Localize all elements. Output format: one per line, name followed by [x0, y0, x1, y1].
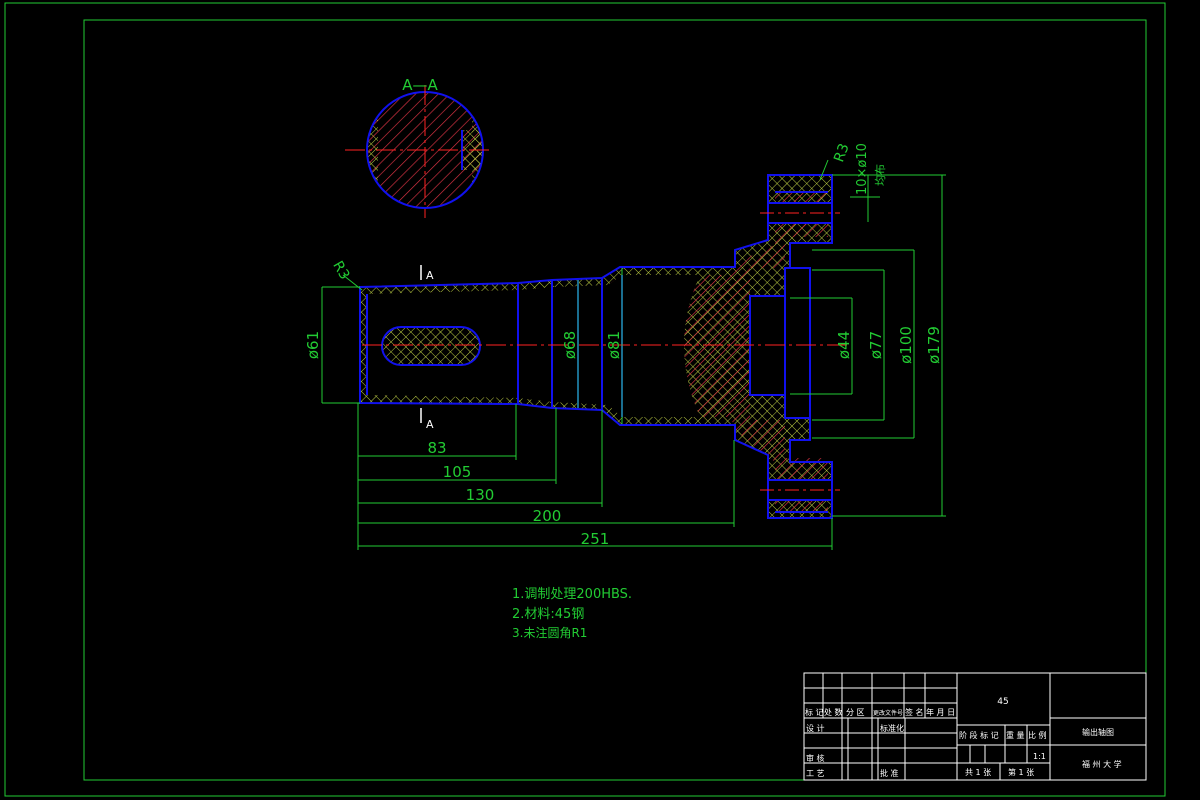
tb-header-3: 更改文件号: [873, 709, 903, 717]
dim-r3-flange: R3: [831, 141, 852, 164]
dim-d100: ø100: [897, 326, 915, 364]
tb-process: 工 艺: [806, 769, 825, 778]
dim-r3-left: R3: [329, 258, 352, 282]
dim-holes-note: 均布: [874, 164, 887, 186]
section-view: A—A: [345, 76, 490, 218]
marker-a-top: A: [426, 269, 434, 282]
tb-weight: 重 量: [1006, 730, 1025, 740]
tb-standard: 标准化: [880, 723, 904, 733]
dim-d44: ø44: [835, 331, 853, 359]
dim-d68: ø68: [561, 331, 579, 359]
tb-approve: 批 准: [880, 768, 899, 778]
dim-l105: 105: [443, 463, 472, 481]
tb-school: 福 州 大 学: [1082, 759, 1122, 769]
technical-notes: 1.调制处理200HBS. 2.材料:45钢 3.未注圆角R1: [512, 587, 632, 640]
tb-stage: 阶 段 标 记: [959, 730, 999, 740]
dim-d61: ø61: [304, 331, 322, 359]
drawing-canvas: A—A A A R3 R3 10×ø10 均布 ø61 ø68 ø81 ø44 …: [4, 2, 1166, 797]
tb-header-1: 处 数: [824, 707, 843, 717]
tb-header-0: 标 记: [805, 707, 824, 717]
tb-drawing-name: 输出轴图: [1082, 727, 1114, 737]
tb-scale: 1:1: [1033, 752, 1046, 761]
tb-header-4: 签 名: [905, 707, 924, 717]
note-2: 2.材料:45钢: [512, 607, 584, 622]
tb-header-5: 年 月 日: [926, 707, 955, 717]
tb-header-2: 分 区: [846, 708, 865, 717]
marker-a-bottom: A: [426, 418, 434, 431]
dim-holes: 10×ø10: [855, 143, 870, 195]
tb-design: 设 计: [806, 723, 825, 733]
tb-sheets-total: 共 1 张: [965, 768, 991, 777]
section-title: A—A: [402, 76, 438, 94]
dim-d81: ø81: [605, 331, 623, 359]
dim-l251: 251: [581, 530, 610, 548]
title-block: 标 记 处 数 分 区 更改文件号 签 名 年 月 日 设 计 标准化 审 核 …: [803, 672, 1147, 781]
dim-d77: ø77: [867, 331, 885, 359]
note-3: 3.未注圆角R1: [512, 625, 587, 640]
tb-material: 45: [997, 697, 1008, 707]
tb-review: 审 核: [806, 753, 825, 763]
note-1: 1.调制处理200HBS.: [512, 587, 632, 602]
dim-l83: 83: [427, 439, 446, 457]
dim-l200: 200: [533, 507, 562, 525]
keyway: [381, 326, 481, 366]
tb-ratio: 比 例: [1028, 730, 1047, 740]
dim-d179: ø179: [925, 326, 943, 364]
tb-sheet-no: 第 1 张: [1008, 767, 1034, 777]
dim-l130: 130: [466, 486, 495, 504]
